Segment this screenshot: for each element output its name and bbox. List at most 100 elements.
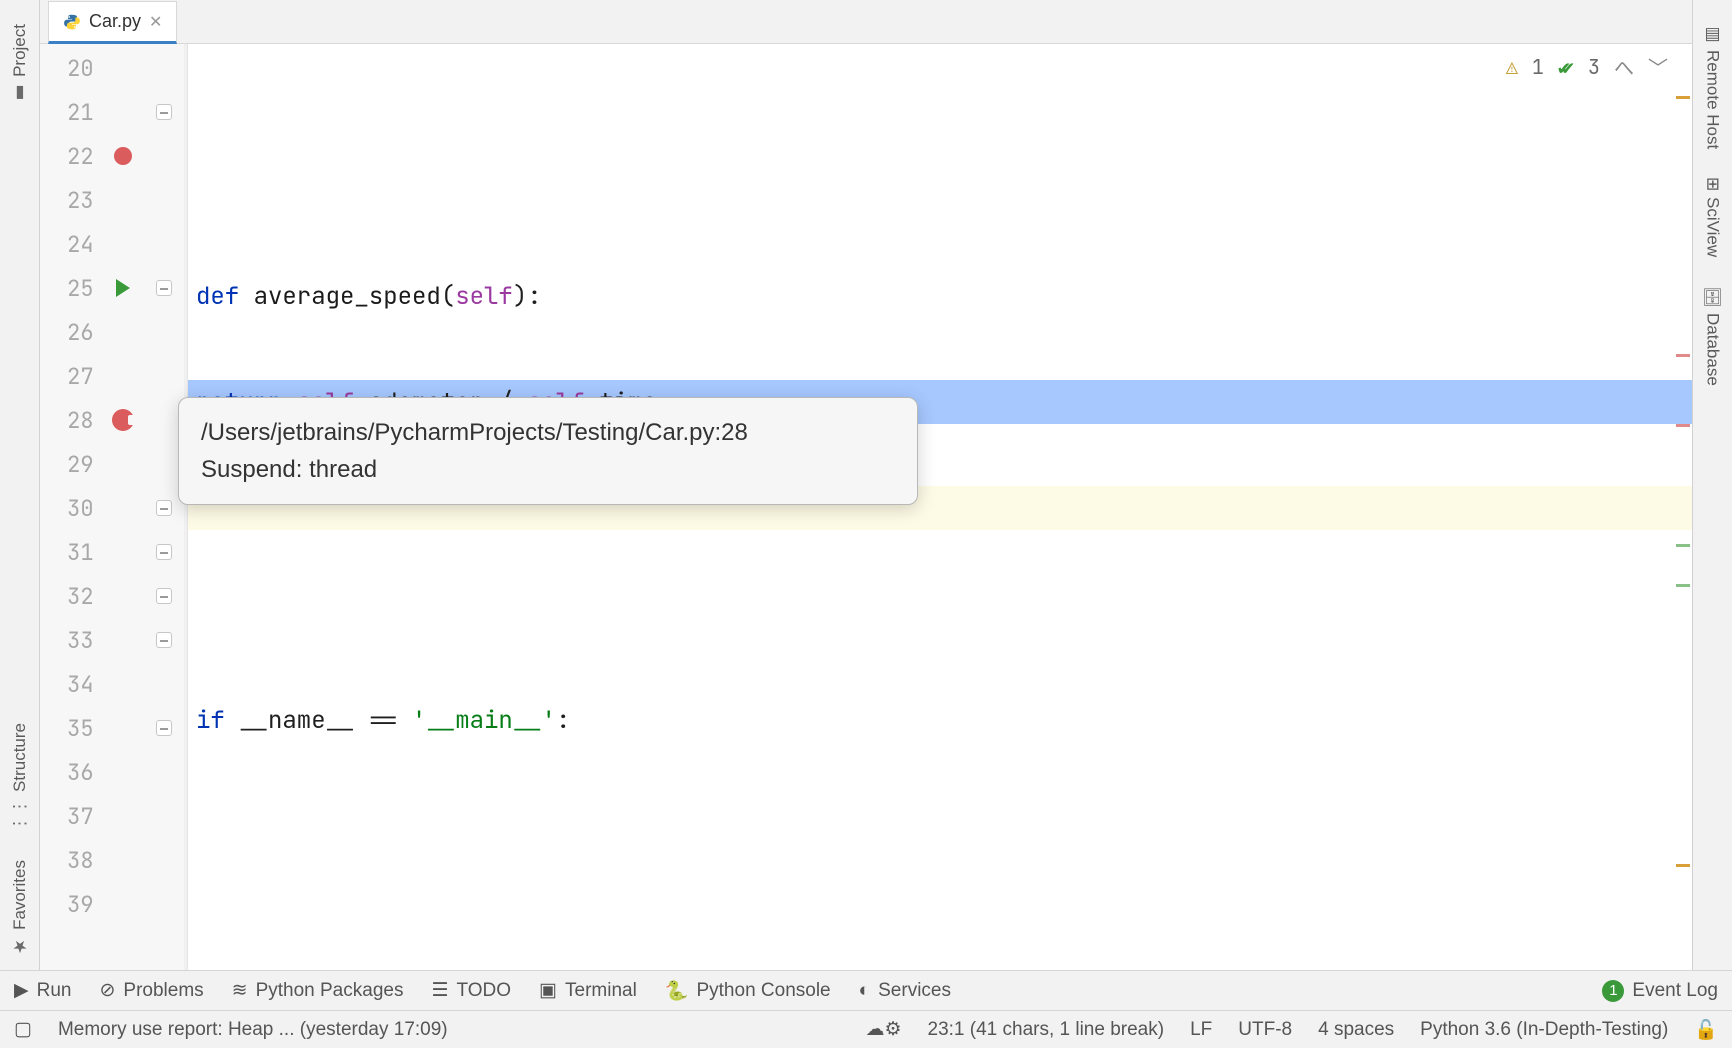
python-packages-tool-button[interactable]: ≋ Python Packages bbox=[232, 979, 404, 1002]
check-count: 3 bbox=[1588, 54, 1600, 80]
fold-handle-icon[interactable] bbox=[156, 500, 172, 516]
code-editor[interactable]: 2021222324252627282930313233343536373839 bbox=[40, 44, 1692, 970]
line-number[interactable]: 34 bbox=[40, 662, 104, 706]
code-area[interactable]: ⚠ 1 ✔ ✔ 3 へ ﹀ def average_speed(self): r… bbox=[188, 44, 1692, 970]
todo-icon: ☰ bbox=[431, 979, 448, 1002]
next-highlight-button[interactable]: ﹀ bbox=[1648, 52, 1668, 81]
code-line: def average_speed(self): bbox=[188, 274, 1692, 318]
favorites-label: Favorites bbox=[10, 860, 30, 930]
quick-list-icon[interactable]: ▢ bbox=[14, 1018, 32, 1041]
database-tool-button[interactable]: 🗄 Database bbox=[1703, 286, 1723, 386]
fold-handle-icon[interactable] bbox=[156, 280, 172, 296]
editor-tab-car-py[interactable]: Car.py ✕ bbox=[48, 1, 177, 44]
line-number[interactable]: 36 bbox=[40, 750, 104, 794]
line-number[interactable]: 39 bbox=[40, 882, 104, 926]
gutter-fold-column bbox=[143, 44, 187, 970]
run-label: Run bbox=[37, 980, 72, 1002]
editor-tab-bar: Car.py ✕ bbox=[40, 0, 1692, 44]
packages-label: Python Packages bbox=[256, 980, 404, 1002]
line-number[interactable]: 33 bbox=[40, 618, 104, 662]
play-icon: ▶ bbox=[14, 979, 29, 1002]
line-number[interactable]: 31 bbox=[40, 530, 104, 574]
error-stripe[interactable] bbox=[1674, 44, 1692, 970]
terminal-label: Terminal bbox=[565, 980, 637, 1002]
right-tool-rail: ▤ Remote Host ⊞ SciView 🗄 Database bbox=[1692, 0, 1732, 970]
line-number[interactable]: 29 bbox=[40, 442, 104, 486]
line-number[interactable]: 20 bbox=[40, 46, 104, 90]
fold-handle-icon[interactable] bbox=[156, 720, 172, 736]
code-line bbox=[188, 804, 1692, 848]
breakpoint-icon[interactable] bbox=[114, 147, 132, 165]
bottom-tool-bar: ▶ Run ⊘Problems ≋ Python Packages ☰ TODO ▣ T… bbox=[0, 970, 1732, 1010]
favorites-tool-button[interactable]: ★ Favorites bbox=[10, 860, 30, 956]
event-count-badge: 1 bbox=[1602, 980, 1624, 1002]
line-number[interactable]: 28 bbox=[40, 398, 104, 442]
run-tool-button[interactable]: ▶ Run bbox=[14, 979, 71, 1002]
warning-count: 1 bbox=[1532, 54, 1544, 80]
line-number[interactable]: 35 bbox=[40, 706, 104, 750]
line-number[interactable]: 22 bbox=[40, 134, 104, 178]
structure-icon: ⋮⋮ bbox=[10, 798, 30, 832]
line-number[interactable]: 21 bbox=[40, 90, 104, 134]
structure-tool-button[interactable]: ⋮⋮ Structure bbox=[10, 723, 30, 832]
prev-highlight-button[interactable]: へ bbox=[1614, 52, 1634, 81]
check-icon: ✔ bbox=[1562, 54, 1574, 80]
breakpoint-thread-icon[interactable] bbox=[112, 409, 134, 431]
remote-host-tool-button[interactable]: ▤ Remote Host bbox=[1703, 24, 1723, 149]
services-tool-button[interactable]: ◐Services bbox=[859, 980, 951, 1002]
problems-tool-button[interactable]: ⊘Problems bbox=[99, 979, 203, 1002]
editor-gutter[interactable]: 2021222324252627282930313233343536373839 bbox=[40, 44, 188, 970]
structure-label: Structure bbox=[10, 723, 30, 792]
services-label: Services bbox=[878, 980, 951, 1002]
tooltip-suspend: Suspend: thread bbox=[201, 451, 895, 488]
line-number[interactable]: 26 bbox=[40, 310, 104, 354]
line-number[interactable]: 37 bbox=[40, 794, 104, 838]
lock-icon[interactable]: 🔓 bbox=[1694, 1018, 1718, 1042]
terminal-tool-button[interactable]: ▣ Terminal bbox=[539, 979, 637, 1002]
line-number[interactable]: 24 bbox=[40, 222, 104, 266]
python-icon: 🐍 bbox=[665, 979, 689, 1003]
line-number[interactable]: 27 bbox=[40, 354, 104, 398]
code-line bbox=[188, 168, 1692, 212]
project-tool-button[interactable]: ▮ Project bbox=[10, 24, 30, 103]
left-tool-rail: ▮ Project ⋮⋮ Structure ★ Favorites bbox=[0, 0, 40, 970]
line-number[interactable]: 38 bbox=[40, 838, 104, 882]
project-label: Project bbox=[10, 24, 30, 77]
inspection-profile-icon[interactable]: ☁⚙ bbox=[865, 1018, 901, 1041]
fold-handle-icon[interactable] bbox=[156, 632, 172, 648]
status-caret-position[interactable]: 23:1 (41 chars, 1 line break) bbox=[928, 1019, 1165, 1041]
warning-icon: ⚠ bbox=[1506, 54, 1518, 80]
line-number[interactable]: 32 bbox=[40, 574, 104, 618]
sciview-label: SciView bbox=[1703, 197, 1723, 257]
code-line bbox=[188, 910, 1692, 954]
line-number[interactable]: 30 bbox=[40, 486, 104, 530]
console-label: Python Console bbox=[696, 980, 830, 1002]
problems-icon: ⊘ bbox=[99, 979, 115, 1002]
inspection-widget[interactable]: ⚠ 1 ✔ ✔ 3 へ ﹀ bbox=[1506, 52, 1668, 81]
line-number[interactable]: 25 bbox=[40, 266, 104, 310]
status-encoding[interactable]: UTF-8 bbox=[1238, 1019, 1292, 1041]
fold-handle-icon[interactable] bbox=[156, 588, 172, 604]
status-indent[interactable]: 4 spaces bbox=[1318, 1019, 1394, 1041]
folder-icon: ▮ bbox=[10, 83, 30, 103]
star-icon: ★ bbox=[10, 936, 30, 956]
status-interpreter[interactable]: Python 3.6 (In-Depth-Testing) bbox=[1420, 1019, 1668, 1041]
status-bar: ▢ Memory use report: Heap ... (yesterday… bbox=[0, 1010, 1732, 1048]
fold-handle-icon[interactable] bbox=[156, 104, 172, 120]
remote-host-icon: ▤ bbox=[1703, 24, 1723, 44]
event-log-tool-button[interactable]: 1Event Log bbox=[1602, 980, 1718, 1002]
terminal-icon: ▣ bbox=[539, 979, 557, 1002]
status-line-separator[interactable]: LF bbox=[1190, 1019, 1212, 1041]
python-console-tool-button[interactable]: 🐍 Python Console bbox=[665, 979, 831, 1003]
close-tab-button[interactable]: ✕ bbox=[149, 12, 162, 32]
code-line bbox=[188, 592, 1692, 636]
status-memory[interactable]: Memory use report: Heap ... (yesterday 1… bbox=[58, 1019, 448, 1041]
run-gutter-icon[interactable] bbox=[116, 279, 130, 297]
todo-label: TODO bbox=[457, 980, 512, 1002]
line-number[interactable]: 23 bbox=[40, 178, 104, 222]
remote-host-label: Remote Host bbox=[1703, 50, 1723, 149]
fold-handle-icon[interactable] bbox=[156, 544, 172, 560]
packages-icon: ≋ bbox=[232, 979, 248, 1002]
todo-tool-button[interactable]: ☰ TODO bbox=[431, 979, 511, 1002]
sciview-tool-button[interactable]: ⊞ SciView bbox=[1703, 177, 1723, 257]
